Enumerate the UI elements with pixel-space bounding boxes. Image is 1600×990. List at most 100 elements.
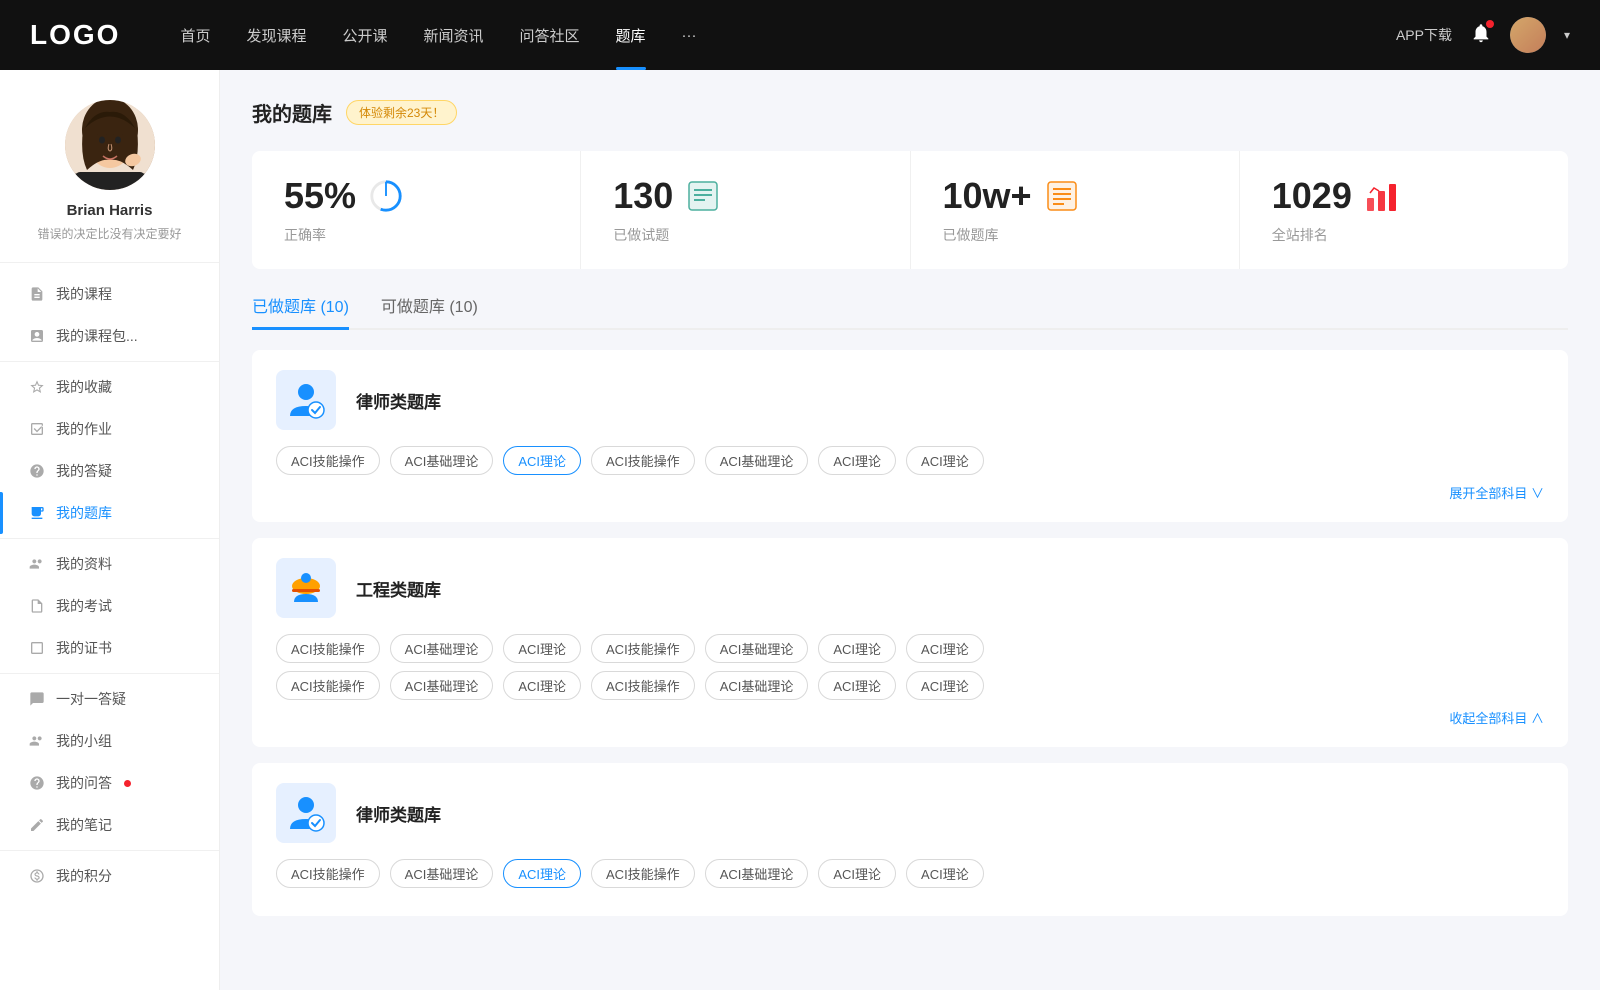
bank-section-lawyer-1: 律师类题库 ACI技能操作 ACI基础理论 ACI理论 ACI技能操作 ACI基…: [252, 350, 1568, 522]
stat-accuracy-label: 正确率: [284, 225, 548, 245]
sidebar-item-group[interactable]: 我的小组: [0, 720, 219, 762]
user-menu-chevron[interactable]: ▾: [1564, 28, 1570, 42]
eng-tag-r1-2[interactable]: ACI理论: [503, 634, 581, 663]
stats-row: 55% 正确率 130: [252, 151, 1568, 269]
law2-tag-0[interactable]: ACI技能操作: [276, 859, 380, 888]
sidebar-label-qbank: 我的题库: [56, 503, 112, 523]
law2-tag-4[interactable]: ACI基础理论: [705, 859, 809, 888]
law2-tag-3[interactable]: ACI技能操作: [591, 859, 695, 888]
eng-tag-r2-6[interactable]: ACI理论: [906, 671, 984, 700]
sidebar-item-course-packs[interactable]: 我的课程包...: [0, 315, 219, 357]
nav-open-course[interactable]: 公开课: [342, 25, 387, 46]
sidebar-label-favorites: 我的收藏: [56, 377, 112, 397]
bank-section-lawyer-2: 律师类题库 ACI技能操作 ACI基础理论 ACI理论 ACI技能操作 ACI基…: [252, 763, 1568, 916]
banks-done-icon: [1044, 178, 1080, 214]
nav-news[interactable]: 新闻资讯: [424, 25, 484, 46]
eng-tag-r1-3[interactable]: ACI技能操作: [591, 634, 695, 663]
collapse-btn-engineer[interactable]: 收起全部科目 ∧: [276, 708, 1544, 727]
bank-section-engineer: 工程类题库 ACI技能操作 ACI基础理论 ACI理论 ACI技能操作 ACI基…: [252, 538, 1568, 747]
lawyer-bank-icon-2: [276, 783, 336, 843]
eng-tag-r1-4[interactable]: ACI基础理论: [705, 634, 809, 663]
favorites-icon: [28, 378, 46, 396]
tags-row-engineer-1: ACI技能操作 ACI基础理论 ACI理论 ACI技能操作 ACI基础理论 AC…: [276, 634, 1544, 663]
navbar: LOGO 首页 发现课程 公开课 新闻资讯 问答社区 题库 ··· APP下载 …: [0, 0, 1600, 70]
divider-1: [0, 361, 219, 362]
app-download-link[interactable]: APP下载: [1396, 25, 1452, 45]
sidebar-item-certs[interactable]: 我的证书: [0, 627, 219, 669]
eng-tag-r1-0[interactable]: ACI技能操作: [276, 634, 380, 663]
tag-3[interactable]: ACI技能操作: [591, 446, 695, 475]
avatar[interactable]: [65, 100, 155, 190]
tab-done[interactable]: 已做题库 (10): [252, 293, 349, 330]
notification-bell[interactable]: [1470, 22, 1492, 49]
nav-qbank[interactable]: 题库: [616, 25, 646, 46]
notification-dot: [1486, 20, 1494, 28]
law2-tag-2[interactable]: ACI理论: [503, 859, 581, 888]
eng-tag-r1-6[interactable]: ACI理论: [906, 634, 984, 663]
sidebar-menu: 我的课程 我的课程包... 我的收藏 我的作业: [0, 263, 219, 907]
logo[interactable]: LOGO: [30, 19, 120, 51]
nav-more[interactable]: ···: [682, 27, 697, 44]
tag-5[interactable]: ACI理论: [818, 446, 896, 475]
expand-btn-lawyer-1[interactable]: 展开全部科目 ∨: [276, 483, 1544, 502]
bank-header-lawyer-2: 律师类题库: [276, 783, 1544, 843]
eng-tag-r2-3[interactable]: ACI技能操作: [591, 671, 695, 700]
nav-qa[interactable]: 问答社区: [520, 25, 580, 46]
stat-banks: 10w+ 已做题库: [911, 151, 1240, 269]
sidebar-item-exams[interactable]: 我的考试: [0, 585, 219, 627]
sidebar-item-favorites[interactable]: 我的收藏: [0, 366, 219, 408]
stat-banks-label: 已做题库: [943, 225, 1207, 245]
trial-badge: 体验剩余23天！: [346, 100, 457, 125]
tag-4[interactable]: ACI基础理论: [705, 446, 809, 475]
sidebar-label-homework: 我的作业: [56, 419, 112, 439]
rank-icon: [1364, 178, 1400, 214]
user-avatar[interactable]: [1510, 17, 1546, 53]
sidebar-item-notes[interactable]: 我的笔记: [0, 804, 219, 846]
sidebar-label-my-qa: 我的答疑: [56, 461, 112, 481]
bank-header-lawyer-1: 律师类题库: [276, 370, 1544, 430]
nav-discover[interactable]: 发现课程: [246, 25, 306, 46]
eng-tag-r2-0[interactable]: ACI技能操作: [276, 671, 380, 700]
nav-home[interactable]: 首页: [180, 25, 210, 46]
law2-tag-6[interactable]: ACI理论: [906, 859, 984, 888]
courses-icon: [28, 285, 46, 303]
eng-tag-r1-1[interactable]: ACI基础理论: [390, 634, 494, 663]
stat-banks-top: 10w+: [943, 175, 1207, 217]
sidebar-item-my-qa[interactable]: 我的答疑: [0, 450, 219, 492]
accuracy-icon: [368, 178, 404, 214]
tag-0[interactable]: ACI技能操作: [276, 446, 380, 475]
sidebar-item-qbank[interactable]: 我的题库: [0, 492, 219, 534]
tag-6[interactable]: ACI理论: [906, 446, 984, 475]
sidebar-label-points: 我的积分: [56, 866, 112, 886]
eng-tag-r2-1[interactable]: ACI基础理论: [390, 671, 494, 700]
bank-title-lawyer-2: 律师类题库: [356, 801, 441, 826]
points-icon: [28, 867, 46, 885]
sidebar-item-profile[interactable]: 我的资料: [0, 543, 219, 585]
tag-1[interactable]: ACI基础理论: [390, 446, 494, 475]
questions-icon: [28, 774, 46, 792]
stat-questions-label: 已做试题: [613, 225, 877, 245]
eng-tag-r2-2[interactable]: ACI理论: [503, 671, 581, 700]
stat-rank-label: 全站排名: [1272, 225, 1536, 245]
law2-tag-1[interactable]: ACI基础理论: [390, 859, 494, 888]
profile-name: Brian Harris: [67, 202, 153, 219]
my-qa-icon: [28, 462, 46, 480]
sidebar-item-homework[interactable]: 我的作业: [0, 408, 219, 450]
stat-rank-value: 1029: [1272, 175, 1352, 217]
sidebar-item-my-courses[interactable]: 我的课程: [0, 273, 219, 315]
page-title-row: 我的题库 体验剩余23天！: [252, 98, 1568, 127]
sidebar-item-questions[interactable]: 我的问答: [0, 762, 219, 804]
page-title: 我的题库: [252, 98, 332, 127]
sidebar-profile: Brian Harris 错误的决定比没有决定要好: [0, 70, 219, 263]
law2-tag-5[interactable]: ACI理论: [818, 859, 896, 888]
stat-banks-value: 10w+: [943, 175, 1032, 217]
group-icon: [28, 732, 46, 750]
tab-available[interactable]: 可做题库 (10): [381, 293, 478, 330]
eng-tag-r2-4[interactable]: ACI基础理论: [705, 671, 809, 700]
eng-tag-r2-5[interactable]: ACI理论: [818, 671, 896, 700]
sidebar-item-one-on-one[interactable]: 一对一答疑: [0, 678, 219, 720]
eng-tag-r1-5[interactable]: ACI理论: [818, 634, 896, 663]
sidebar-label-one-on-one: 一对一答疑: [56, 689, 126, 709]
tag-2[interactable]: ACI理论: [503, 446, 581, 475]
sidebar-item-points[interactable]: 我的积分: [0, 855, 219, 897]
